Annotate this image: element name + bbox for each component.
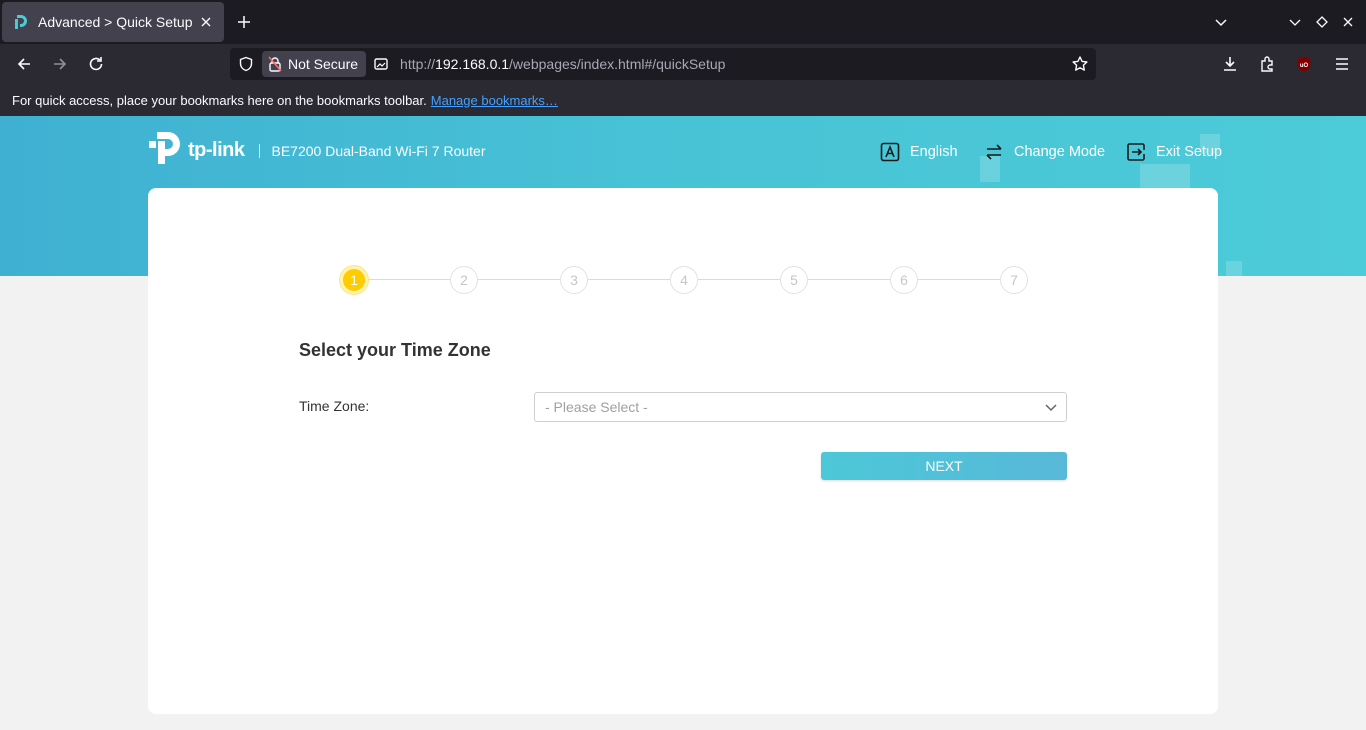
change-mode-button[interactable]: Change Mode [984,142,1105,162]
downloads-icon[interactable] [1220,54,1240,74]
not-secure-badge[interactable]: Not Secure [262,51,367,77]
language-button[interactable]: English [880,142,958,162]
url-path: /webpages/index.html#/quickSetup [509,56,726,72]
forward-icon[interactable] [50,54,70,74]
browser-tab-bar: Advanced > Quick Setup [0,0,1366,44]
address-bar[interactable]: Not Secure http://192.168.0.1/webpages/i… [230,48,1096,80]
browser-tab[interactable]: Advanced > Quick Setup [2,2,224,42]
extensions-icon[interactable] [1257,54,1277,74]
language-icon [880,142,900,162]
stepper-connector [478,279,560,280]
router-model: BE7200 Dual-Band Wi-Fi 7 Router [271,142,486,159]
brand-name: tp-link [188,139,245,161]
stepper-connector [918,279,1000,280]
time-zone-select[interactable]: - Please Select - [534,392,1067,422]
stepper-step-4: 4 [670,266,698,294]
tracking-shield-icon[interactable] [230,48,262,80]
url-text[interactable]: http://192.168.0.1/webpages/index.html#/… [400,56,725,72]
url-prefix: http:// [400,56,436,72]
stepper-connector [698,279,780,280]
logo-divider [258,143,260,158]
change-mode-label: Change Mode [1014,144,1106,160]
stepper-step-7: 7 [1000,266,1028,294]
tab-close-icon[interactable] [198,14,214,30]
back-icon[interactable] [14,54,34,74]
permissions-icon[interactable] [366,48,396,80]
stepper-step-3: 3 [560,266,588,294]
time-zone-placeholder: - Please Select - [545,399,648,415]
section-title: Select your Time Zone [299,340,491,360]
setup-stepper: 1 2 3 4 5 6 7 [340,266,1030,294]
minimize-icon[interactable] [1285,12,1305,32]
list-all-tabs-icon[interactable] [1211,12,1231,32]
quick-setup-card: 1 2 3 4 5 6 7 Select your Time Zone Time Zone:… [148,188,1218,714]
window-close-icon[interactable] [1338,12,1358,32]
not-secure-label: Not Secure [288,56,359,72]
stepper-step-6: 6 [890,266,918,294]
bookmarks-message: For quick access, place your bookmarks h… [12,92,427,108]
exit-setup-button[interactable]: Exit Setup [1126,142,1222,162]
stepper-connector [368,279,450,280]
stepper-connector [588,279,670,280]
stepper-step-2: 2 [450,266,478,294]
tp-link-favicon-icon [12,14,28,30]
insecure-lock-icon [268,56,282,72]
exit-icon [1126,142,1146,162]
browser-nav-bar: Not Secure http://192.168.0.1/webpages/i… [0,44,1366,84]
time-zone-label: Time Zone: [299,398,370,414]
url-host: 192.168.0.1 [435,56,510,72]
tp-link-logo: tp-link BE7200 Dual-Band Wi-Fi 7 Router [148,130,486,171]
svg-text:uO: uO [1300,63,1309,69]
next-button[interactable]: NEXT [821,452,1067,480]
stepper-step-5: 5 [780,266,808,294]
banner-decoration [1226,261,1242,276]
stepper-step-1: 1 [340,266,368,294]
language-label: English [910,144,958,160]
chevron-down-icon [1036,393,1066,421]
bookmark-star-icon[interactable] [1070,54,1090,74]
ublock-origin-icon[interactable]: uO [1294,54,1314,74]
stepper-connector [808,279,890,280]
tab-title: Advanced > Quick Setup [38,14,193,30]
reload-icon[interactable] [86,54,106,74]
change-mode-icon [984,142,1004,162]
bookmarks-toolbar: For quick access, place your bookmarks h… [0,84,1366,116]
new-tab-icon[interactable] [234,12,254,32]
app-menu-icon[interactable] [1332,54,1352,74]
maximize-icon[interactable] [1312,12,1332,32]
exit-setup-label: Exit Setup [1156,144,1223,160]
tp-link-logo-icon [148,130,184,171]
manage-bookmarks-link[interactable]: Manage bookmarks… [431,93,558,108]
